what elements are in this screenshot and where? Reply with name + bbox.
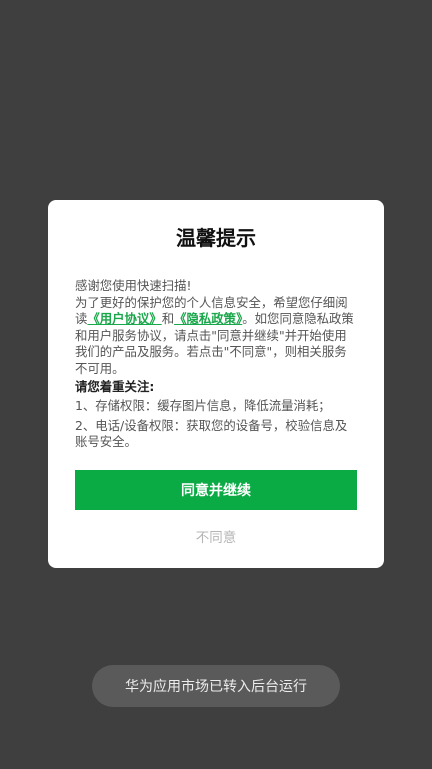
agree-continue-button[interactable]: 同意并继续 [75,470,357,510]
agreement-paragraph: 为了更好的保护您的个人信息安全，希望您仔细阅读《用户协议》和《隐私政策》。如您同… [75,295,357,378]
privacy-dialog: 温馨提示 感谢您使用快速扫描! 为了更好的保护您的个人信息安全，希望您仔细阅读《… [48,200,384,568]
welcome-text: 感谢您使用快速扫描! [75,278,192,293]
dialog-title: 温馨提示 [176,226,256,250]
toast-message: 华为应用市场已转入后台运行 [92,665,340,707]
and-text: 和 [161,311,175,327]
privacy-policy-link[interactable]: 《隐私政策》 [174,311,242,326]
disagree-button[interactable]: 不同意 [75,525,357,547]
user-agreement-link[interactable]: 《用户协议》 [87,311,161,326]
dialog-body: 感谢您使用快速扫描! 为了更好的保护您的个人信息安全，希望您仔细阅读《用户协议》… [75,278,357,451]
device-permission-text: 2、电话/设备权限：获取您的设备号，校验信息及账号安全。 [75,417,348,450]
attention-heading: 请您着重关注: [75,378,155,394]
storage-permission-text: 1、存储权限：缓存图片信息，降低流量消耗； [75,398,331,414]
